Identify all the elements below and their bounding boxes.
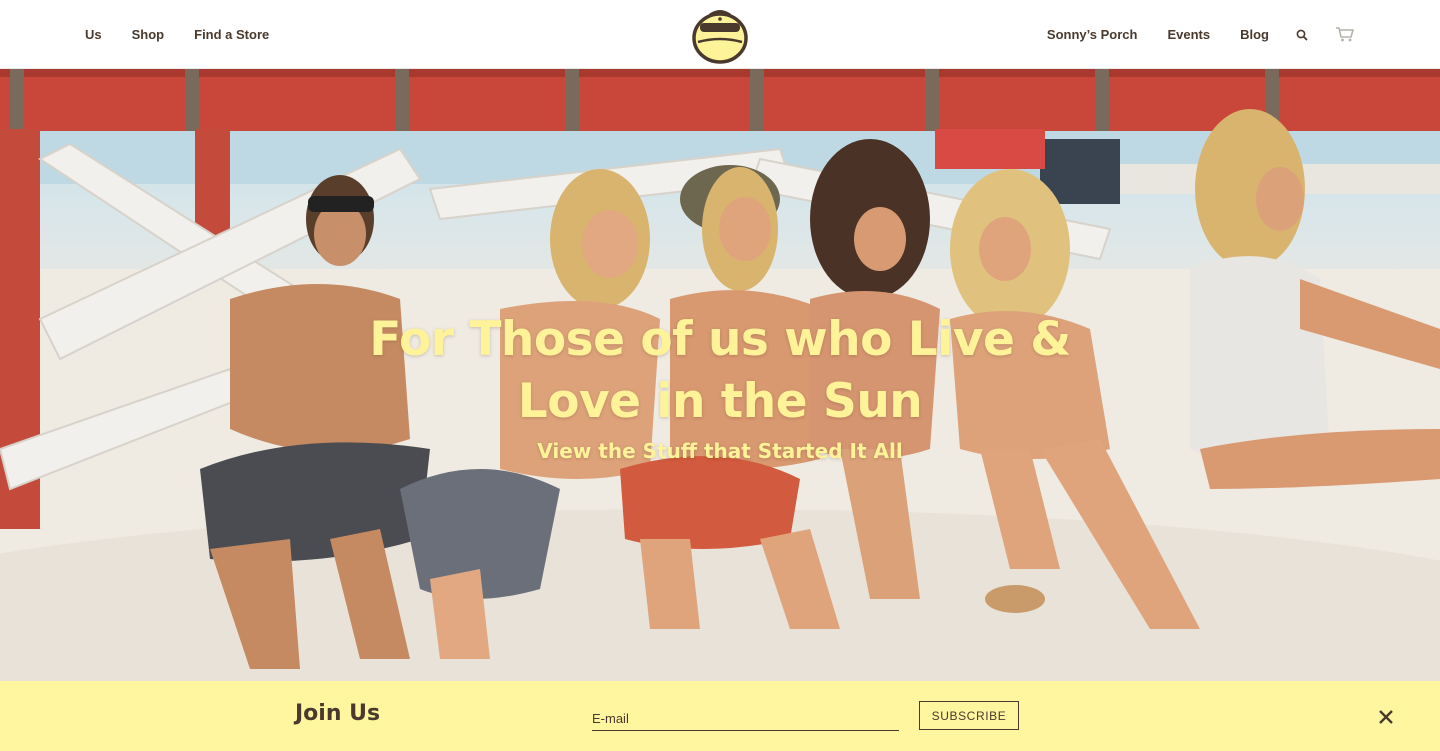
cart-icon[interactable] [1335,27,1354,42]
close-icon[interactable] [1376,707,1396,727]
nav-left: Us Shop Find a Store [85,0,299,69]
nav-right: Sonny’s Porch Events Blog [1017,0,1354,69]
email-input[interactable] [592,704,899,731]
nav-sonnys-porch[interactable]: Sonny’s Porch [1047,27,1138,42]
hero-title: For Those of us who Live & Love in the S… [0,309,1440,433]
hero-title-line-2: Love in the Sun [517,374,923,429]
subscribe-button[interactable]: SUBSCRIBE [919,701,1019,730]
hero-text: For Those of us who Live & Love in the S… [0,309,1440,463]
nav-shop[interactable]: Shop [132,27,165,42]
sun-bum-logo[interactable] [690,6,750,64]
hero-title-line-1: For Those of us who Live & [369,312,1071,367]
search-icon[interactable] [1296,29,1308,41]
nav-us[interactable]: Us [85,27,102,42]
nav-blog[interactable]: Blog [1240,27,1269,42]
logo-icon [692,10,748,64]
nav-find-a-store[interactable]: Find a Store [194,27,269,42]
site-header: Us Shop Find a Store Sonny’s Porch Event… [0,0,1440,69]
hero-banner: For Those of us who Live & Love in the S… [0,69,1440,681]
join-us-title: Join Us [295,701,381,726]
hero-cta-link[interactable]: View the Stuff that Started It All [537,439,902,463]
nav-events[interactable]: Events [1167,27,1210,42]
